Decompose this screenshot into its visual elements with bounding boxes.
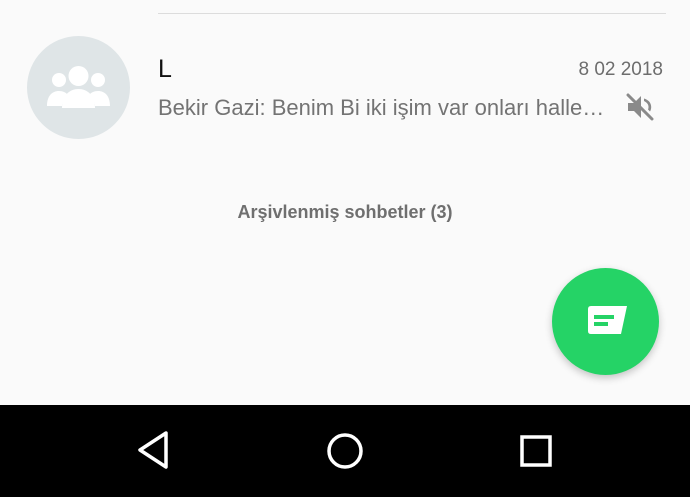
recents-square-icon[interactable]: [511, 425, 561, 475]
back-triangle-icon[interactable]: [129, 425, 179, 475]
chat-name: L: [158, 55, 172, 83]
muted-speaker-icon: [626, 93, 654, 121]
new-chat-icon: [588, 306, 627, 334]
home-circle-icon[interactable]: [320, 425, 370, 475]
new-chat-button[interactable]: [552, 268, 659, 375]
chat-last-message-preview: Bekir Gazi: Benim Bi iki işim var onları…: [158, 95, 610, 120]
chat-timestamp: 8 02 2018: [578, 59, 663, 80]
group-avatar-icon: [47, 66, 110, 108]
system-navigation-bar: [0, 405, 690, 497]
chat-list-item[interactable]: L 8 02 2018 Bekir Gazi: Benim Bi iki işi…: [0, 26, 690, 150]
archived-chats-link[interactable]: Arşivlenmiş sohbetler (3): [0, 199, 690, 225]
list-divider: [158, 13, 666, 14]
chat-list-screen: L 8 02 2018 Bekir Gazi: Benim Bi iki işi…: [0, 0, 690, 405]
group-avatar[interactable]: [27, 36, 130, 139]
